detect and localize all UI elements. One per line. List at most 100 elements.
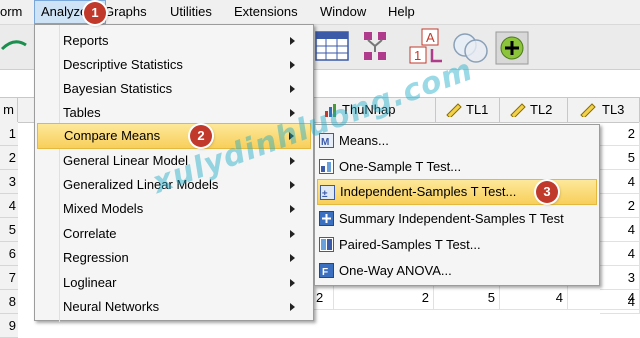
submenu-arrow-icon (290, 157, 295, 165)
table-cell[interactable]: 4 (600, 218, 640, 242)
row-header[interactable]: 8 (0, 290, 18, 314)
table-cell[interactable]: 4 (600, 242, 640, 266)
svg-text:A: A (426, 30, 435, 45)
menu-item-reports[interactable]: Reports (35, 29, 313, 53)
anova-icon: F (319, 263, 334, 278)
table-cell[interactable]: 5 (434, 286, 500, 310)
menu-item-one-way-anova[interactable]: F One-Way ANOVA... (315, 259, 599, 283)
step-badge-3: 3 (536, 181, 558, 203)
table-cell[interactable]: 5 (600, 146, 640, 170)
menu-item-label: Bayesian Statistics (63, 81, 173, 96)
menu-item-descriptive-statistics[interactable]: Descriptive Statistics (35, 53, 313, 77)
row-number: 1 (8, 126, 16, 141)
row-number: 8 (8, 294, 16, 309)
menu-item-means[interactable]: M Means... (315, 129, 599, 153)
menu-item-paired-samples-t-test[interactable]: Paired-Samples T Test... (315, 233, 599, 257)
submenu-arrow-icon (290, 303, 295, 311)
menu-item-summary-independent-samples-t-test[interactable]: Summary Independent-Samples T Test (315, 207, 599, 231)
cell-value: 2 (421, 290, 429, 305)
menu-item-loglinear[interactable]: Loglinear (35, 271, 313, 295)
undo-arrow-icon[interactable] (0, 35, 30, 57)
menu-item-tables[interactable]: Tables (35, 101, 313, 125)
menu-graphs-label: Graphs (104, 4, 147, 19)
row-header[interactable]: 6 (0, 242, 18, 266)
cell-value: 2 (627, 126, 635, 141)
menu-item-label: Reports (63, 33, 109, 48)
menu-item-label: Descriptive Statistics (63, 57, 183, 72)
column-header-tl1[interactable]: TL1 (436, 98, 500, 122)
table-cell[interactable]: 2 (314, 286, 334, 310)
column-header-tl3[interactable]: TL3 (568, 98, 640, 122)
cell-value: 3 (627, 270, 635, 285)
menu-item-regression[interactable]: Regression (35, 246, 313, 270)
row-number: 3 (8, 174, 16, 189)
submenu-arrow-icon (290, 85, 295, 93)
menu-help-label: Help (388, 4, 415, 19)
menu-transform-label: orm (0, 4, 23, 19)
menu-transform[interactable]: orm (0, 0, 32, 24)
menu-item-mixed-models[interactable]: Mixed Models (35, 197, 313, 221)
cell-value: 4 (555, 290, 563, 305)
row-number: 2 (8, 150, 16, 165)
menu-item-label: Loglinear (63, 275, 117, 290)
cell-value: 4 (627, 246, 635, 261)
row-number: 4 (8, 198, 16, 213)
table-cell[interactable]: 2 (600, 122, 640, 146)
menu-item-one-sample-t-test[interactable]: One-Sample T Test... (315, 155, 599, 179)
cell-value: 4 (627, 222, 635, 237)
row-header[interactable]: 1 (0, 122, 18, 146)
menu-item-label: One-Way ANOVA... (339, 263, 452, 278)
menu-window[interactable]: Window (320, 0, 374, 24)
submenu-arrow-icon (290, 37, 295, 45)
menu-utilities[interactable]: Utilities (170, 0, 224, 24)
row-header[interactable]: 3 (0, 170, 18, 194)
menu-item-label: Correlate (63, 226, 117, 241)
step-number: 1 (91, 5, 99, 20)
add-on-icon[interactable] (494, 30, 530, 66)
column-header-name[interactable]: m (0, 98, 18, 122)
row-header[interactable]: 7 (0, 266, 18, 290)
cell-value: 5 (487, 290, 495, 305)
paired-samples-icon (319, 237, 334, 252)
row-number: 9 (8, 318, 16, 333)
menu-item-label: Compare Means (64, 128, 161, 143)
step-badge-2: 2 (190, 125, 212, 147)
data-table-icon[interactable] (314, 29, 350, 63)
menu-extensions[interactable]: Extensions (234, 0, 306, 24)
menu-item-correlate[interactable]: Correlate (35, 222, 313, 246)
table-cell[interactable]: 4 (500, 286, 568, 310)
menu-help[interactable]: Help (388, 0, 424, 24)
column-header-tl3-label: TL3 (602, 102, 625, 117)
row-number: 6 (8, 246, 16, 261)
split-file-icon[interactable] (358, 29, 392, 63)
svg-text:±: ± (322, 189, 328, 200)
menu-window-label: Window (320, 4, 367, 19)
row-header[interactable]: 2 (0, 146, 18, 170)
ruler-icon (580, 103, 596, 117)
menu-item-label: Mixed Models (63, 201, 144, 216)
column-header-tl1-label: TL1 (466, 102, 489, 117)
row-number: 7 (8, 270, 16, 285)
ruler-icon (446, 103, 462, 117)
menu-analyze-label: Analyze (41, 4, 88, 19)
ruler-icon (510, 103, 526, 117)
menu-item-label: Regression (63, 250, 129, 265)
menu-item-bayesian-statistics[interactable]: Bayesian Statistics (35, 77, 313, 101)
table-cell[interactable]: 4 (600, 170, 640, 194)
step-number: 3 (543, 184, 551, 199)
row-header[interactable]: 4 (0, 194, 18, 218)
table-cell[interactable]: 4 (568, 286, 640, 310)
column-header-name-label: m (3, 102, 14, 117)
submenu-arrow-icon (290, 181, 295, 189)
submenu-arrow-icon (290, 61, 295, 69)
table-cell[interactable]: 2 (600, 194, 640, 218)
menu-graphs[interactable]: Graphs (104, 0, 160, 24)
menu-item-label: Paired-Samples T Test... (339, 237, 481, 252)
step-badge-1: 1 (84, 2, 106, 24)
menu-item-neural-networks[interactable]: Neural Networks (35, 295, 313, 319)
row-header[interactable]: 5 (0, 218, 18, 242)
table-cell[interactable]: 2 (334, 286, 434, 310)
row-header[interactable]: 9 (0, 314, 18, 338)
submenu-arrow-icon (290, 279, 295, 287)
column-header-tl2[interactable]: TL2 (500, 98, 568, 122)
